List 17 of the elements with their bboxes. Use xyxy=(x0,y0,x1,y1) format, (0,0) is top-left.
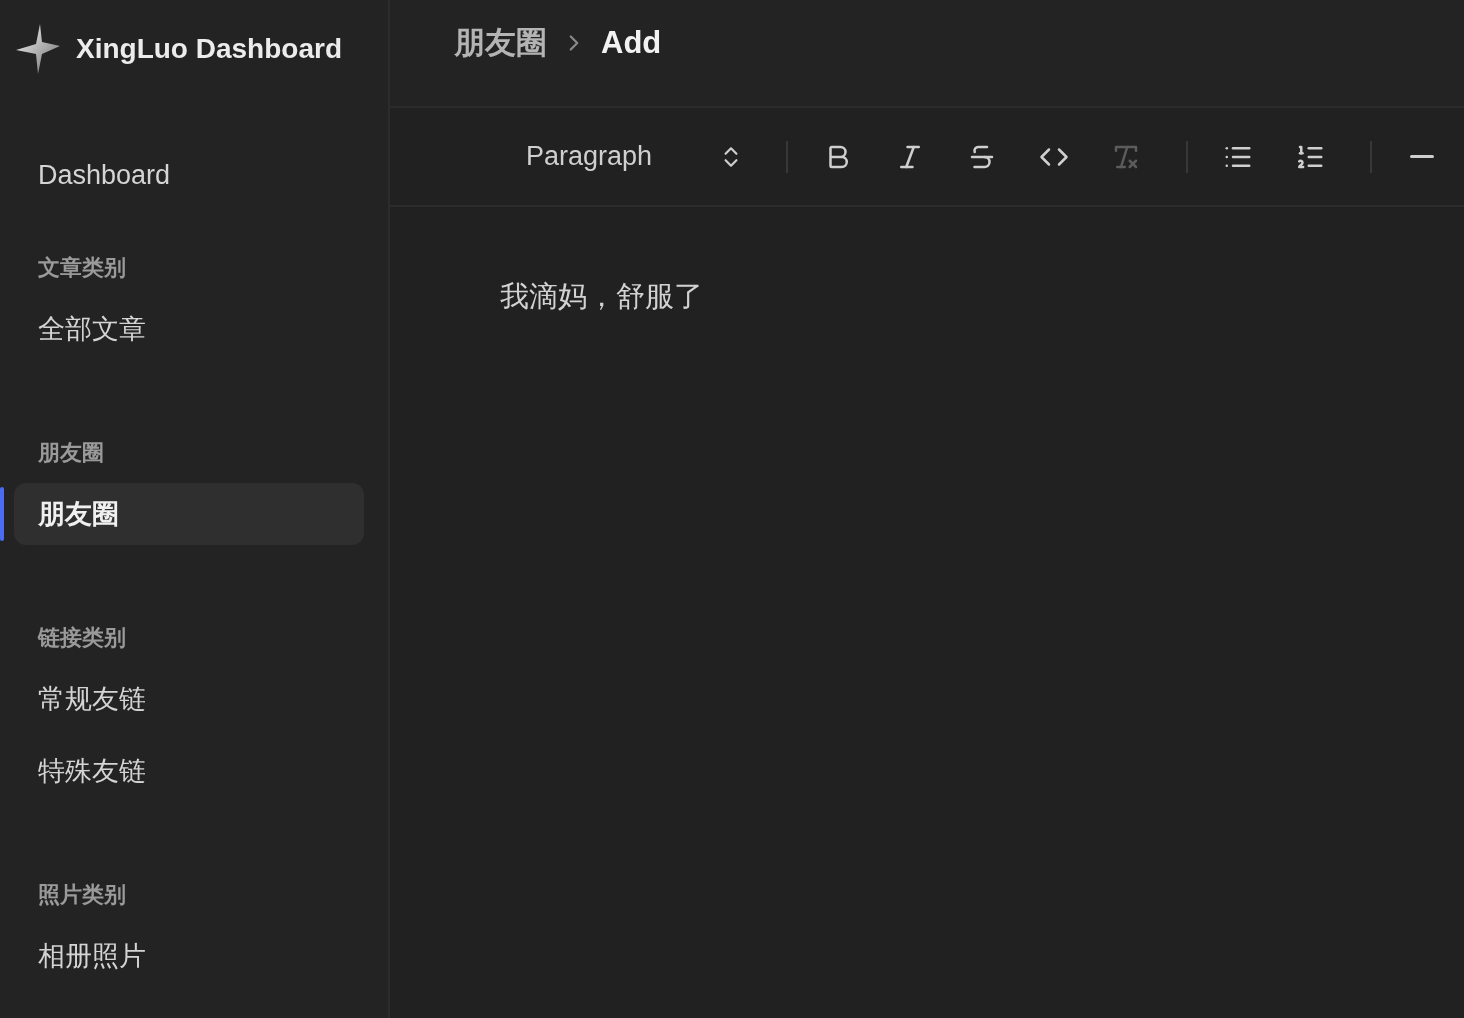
sidebar-item[interactable]: 相册照片 xyxy=(14,925,364,987)
breadcrumb-item[interactable]: 朋友圈 xyxy=(454,22,547,64)
breadcrumb-item[interactable]: Add xyxy=(601,25,662,61)
app-title: XingLuo Dashboard xyxy=(76,33,342,65)
sidebar-item[interactable]: Dashboard xyxy=(14,144,364,206)
section-heading: 文章类别 xyxy=(37,254,127,282)
sidebar-item[interactable]: 全部文章 xyxy=(14,298,364,360)
section-heading: 照片类别 xyxy=(37,881,127,909)
sidebar-item[interactable]: 常规友链 xyxy=(14,668,364,730)
sidebar-item[interactable]: 特殊友链 xyxy=(14,740,364,802)
logo-icon xyxy=(16,24,60,74)
editor-text[interactable]: 我滴妈，舒服了 xyxy=(500,277,1464,317)
active-indicator xyxy=(0,487,4,541)
horizontal-rule-icon xyxy=(1410,155,1434,158)
block-type-select[interactable]: Paragraph xyxy=(508,132,758,181)
section-heading: 链接类别 xyxy=(36,624,127,652)
section-heading: 朋友圈 xyxy=(37,439,105,467)
